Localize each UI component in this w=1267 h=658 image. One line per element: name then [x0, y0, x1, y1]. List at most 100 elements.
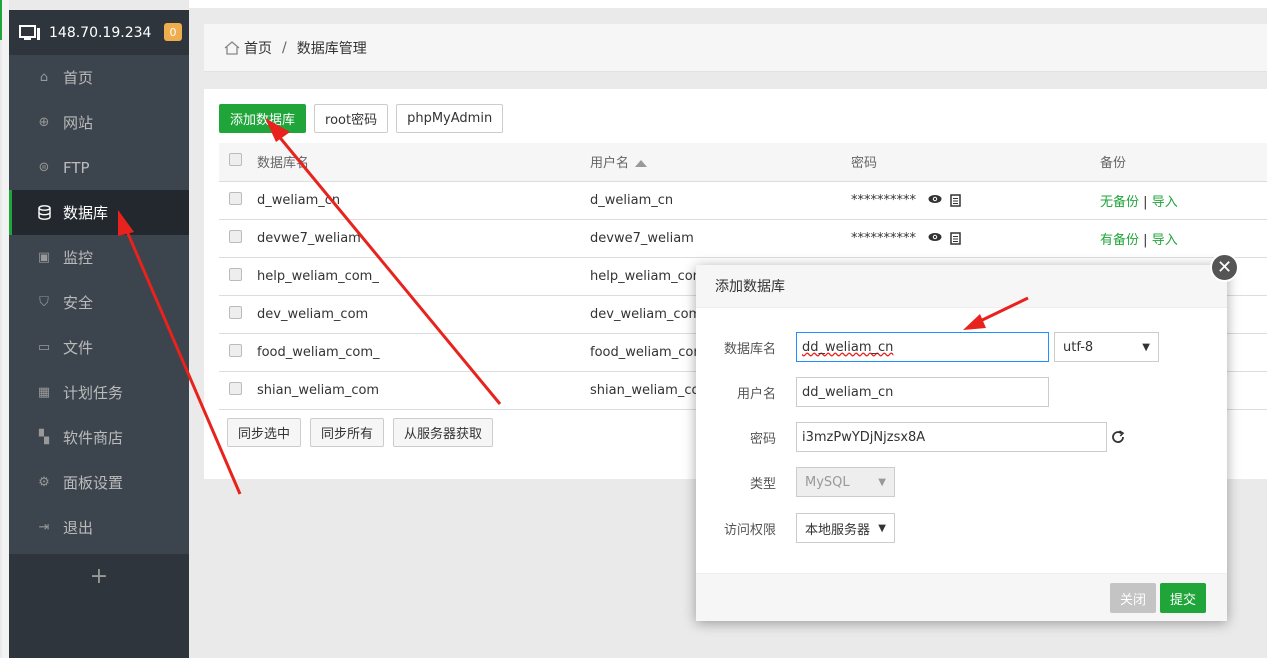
breadcrumb-current: 数据库管理 [296, 40, 367, 57]
breadcrumb-separator: / [282, 39, 287, 56]
root-password-button[interactable]: root密码 [314, 104, 389, 133]
phpmyadmin-button[interactable]: phpMyAdmin [396, 104, 504, 133]
form-row-type: 类型 MySQL ▼ [696, 467, 895, 497]
db-name[interactable]: devwe7_weliam [257, 219, 590, 258]
dropdown-arrow-icon: ▼ [878, 476, 886, 488]
row-checkbox[interactable] [229, 305, 242, 319]
notification-badge[interactable]: 0 [164, 23, 182, 41]
type-value: MySQL [805, 474, 850, 490]
db-name[interactable]: shian_weliam_com [257, 371, 590, 410]
sidebar-item-home[interactable]: ⌂ 首页 [9, 55, 189, 100]
sort-ascending-icon [635, 160, 648, 168]
sidebar-item-database[interactable]: 数据库 [9, 190, 189, 235]
sidebar-item-store[interactable]: ▚ 软件商店 [9, 415, 189, 460]
backup-link[interactable]: 有备份 [1100, 233, 1139, 248]
add-shortcut-button[interactable]: + [9, 554, 189, 599]
sidebar-item-cron[interactable]: ▦ 计划任务 [9, 370, 189, 415]
form-row-password: 密码 i3mzPwYDjNjzsx8A [696, 422, 1125, 452]
add-database-dialog: 添加数据库 数据库名 dd_weliam_cn utf-8 ▼ 用户名 dd_w… [696, 265, 1227, 621]
logout-icon: ⇥ [38, 520, 50, 535]
server-ip: 148.70.19.234 [49, 24, 152, 41]
row-checkbox[interactable] [229, 267, 242, 281]
sidebar-item-label: 软件商店 [63, 429, 124, 447]
db-name-input[interactable]: dd_weliam_cn [796, 332, 1049, 362]
row-checkbox[interactable] [229, 381, 242, 395]
table-row: d_weliam_cn d_weliam_cn ********** 无备份 |… [219, 181, 1267, 220]
monitor-icon [19, 24, 40, 40]
import-link[interactable]: 导入 [1152, 195, 1178, 210]
backup-link[interactable]: 无备份 [1100, 195, 1139, 210]
db-password: ********** [851, 192, 916, 208]
db-name[interactable]: d_weliam_cn [257, 181, 590, 220]
sidebar-item-label: 计划任务 [63, 384, 124, 402]
type-label: 类型 [749, 476, 776, 492]
eye-icon[interactable] [928, 232, 942, 242]
db-password-cell: ********** [851, 219, 1100, 258]
copy-icon[interactable] [950, 193, 961, 207]
apps-icon: ▚ [39, 430, 49, 445]
row-checkbox[interactable] [229, 191, 242, 205]
top-strip [189, 0, 1267, 8]
close-icon[interactable]: ✕ [1210, 253, 1239, 282]
db-user: d_weliam_cn [590, 181, 851, 220]
db-name[interactable]: help_weliam_com_ [257, 257, 590, 296]
window-edge [2, 0, 9, 658]
username-input[interactable]: dd_weliam_cn [796, 377, 1049, 407]
sync-selected-button[interactable]: 同步选中 [227, 418, 302, 447]
sidebar-item-settings[interactable]: ⚙ 面板设置 [9, 460, 189, 505]
db-password: ********** [851, 230, 916, 246]
sidebar-item-website[interactable]: ⊕ 网站 [9, 100, 189, 145]
form-row-access: 访问权限 本地服务器 ▼ [696, 513, 895, 543]
db-backup-cell: 有备份 | 导入 [1100, 219, 1267, 258]
fetch-from-server-button[interactable]: 从服务器获取 [393, 418, 494, 447]
table-header-row: 数据库名 用户名 密码 备份 [219, 143, 1267, 182]
row-checkbox[interactable] [229, 343, 242, 357]
access-label: 访问权限 [723, 522, 776, 538]
submit-button[interactable]: 提交 [1160, 583, 1207, 613]
table-row: devwe7_weliam devwe7_weliam ********** 有… [219, 219, 1267, 258]
add-database-button[interactable]: 添加数据库 [219, 104, 307, 133]
calendar-icon: ▦ [37, 385, 51, 400]
database-icon [35, 205, 53, 220]
select-all-checkbox[interactable] [229, 153, 242, 167]
sidebar-item-label: 文件 [63, 339, 94, 357]
access-select[interactable]: 本地服务器 ▼ [796, 513, 895, 543]
refresh-icon[interactable] [1111, 430, 1125, 444]
db-name-label: 数据库名 [723, 341, 776, 357]
sidebar-item-label: 首页 [63, 69, 94, 87]
db-user: devwe7_weliam [590, 219, 851, 258]
username-label: 用户名 [736, 386, 776, 402]
breadcrumb-home-link[interactable]: 首页 [244, 38, 272, 58]
db-name[interactable]: food_weliam_com_ [257, 333, 590, 372]
sidebar-item-logout[interactable]: ⇥ 退出 [9, 505, 189, 550]
dialog-footer: 关闭 提交 [696, 573, 1227, 621]
eye-icon[interactable] [928, 194, 942, 204]
sync-all-button[interactable]: 同步所有 [310, 418, 385, 447]
sidebar-item-label: 面板设置 [63, 474, 124, 492]
sidebar-item-monitor[interactable]: ▣ 监控 [9, 235, 189, 280]
shield-icon: ⛉ [39, 295, 49, 310]
plus-icon: + [89, 564, 109, 589]
row-checkbox[interactable] [229, 229, 242, 243]
copy-icon[interactable] [950, 231, 961, 245]
close-button[interactable]: 关闭 [1110, 583, 1157, 613]
column-header-user[interactable]: 用户名 [590, 143, 851, 182]
sidebar-item-label: 网站 [63, 114, 94, 132]
dropdown-arrow-icon: ▼ [878, 522, 886, 534]
sidebar-item-ftp[interactable]: ⊜ FTP [9, 145, 189, 190]
type-select: MySQL ▼ [796, 467, 895, 497]
column-header-name[interactable]: 数据库名 [257, 143, 590, 182]
import-link[interactable]: 导入 [1152, 233, 1178, 248]
db-password-cell: ********** [851, 181, 1100, 220]
sidebar-item-security[interactable]: ⛉ 安全 [9, 280, 189, 325]
gear-icon: ⚙ [38, 475, 50, 490]
charset-select[interactable]: utf-8 ▼ [1054, 332, 1159, 362]
access-value: 本地服务器 [805, 522, 871, 538]
password-input[interactable]: i3mzPwYDjNjzsx8A [796, 422, 1107, 452]
dropdown-arrow-icon: ▼ [1142, 341, 1150, 353]
folder-icon: ▭ [37, 340, 51, 355]
db-name[interactable]: dev_weliam_com [257, 295, 590, 334]
server-header: 148.70.19.234 0 [9, 10, 189, 55]
sidebar-item-label: 安全 [63, 294, 94, 312]
sidebar-item-files[interactable]: ▭ 文件 [9, 325, 189, 370]
